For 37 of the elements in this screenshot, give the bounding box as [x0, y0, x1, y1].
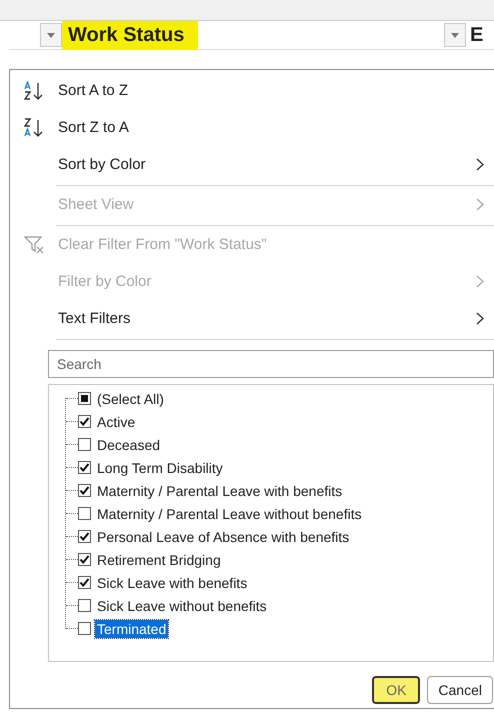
value-label[interactable]: Personal Leave of Absence with benefits: [95, 528, 352, 546]
clear-filter-icon: [24, 234, 46, 254]
caret-icon: [47, 32, 55, 38]
menu-item[interactable]: Sort Z to A: [10, 109, 494, 146]
chevron-right-icon: [476, 158, 484, 171]
checkbox[interactable]: [78, 576, 91, 589]
checkbox[interactable]: [78, 461, 91, 474]
checkbox[interactable]: [78, 553, 91, 566]
checkbox[interactable]: [78, 530, 91, 543]
checkbox[interactable]: [78, 622, 91, 635]
column-header: E: [469, 24, 484, 46]
checkbox[interactable]: [78, 484, 91, 497]
chevron-right-icon: [476, 312, 484, 325]
value-label[interactable]: Long Term Disability: [95, 458, 225, 476]
cancel-button[interactable]: Cancel: [427, 676, 493, 704]
value-label[interactable]: Deceased: [95, 436, 162, 454]
value-label[interactable]: Sick Leave with benefits: [95, 574, 250, 592]
value-label[interactable]: Retirement Bridging: [95, 550, 223, 568]
checkbox[interactable]: [78, 438, 91, 451]
checkbox[interactable]: [78, 415, 91, 428]
chevron-right-icon: [476, 275, 484, 288]
ok-button[interactable]: OK: [372, 676, 420, 704]
menu-item[interactable]: Sort A to Z: [10, 72, 494, 109]
checkbox[interactable]: [78, 599, 91, 612]
search-field[interactable]: Search: [48, 350, 494, 378]
checkbox[interactable]: [78, 392, 91, 405]
value-label[interactable]: Maternity / Parental Leave without benefits: [95, 504, 364, 522]
value-label[interactable]: Terminated: [95, 620, 168, 638]
value-label[interactable]: Sick Leave without benefits: [95, 596, 269, 614]
value-label[interactable]: Active: [95, 412, 138, 430]
caret-icon: [451, 32, 459, 38]
chevron-right-icon: [476, 198, 484, 211]
value-label[interactable]: Maternity / Parental Leave with benefits: [95, 482, 344, 500]
checkbox[interactable]: [78, 507, 91, 520]
filter-dropdown-button[interactable]: [444, 23, 466, 47]
value-label[interactable]: (Select All): [95, 390, 166, 408]
filter-dropdown-button[interactable]: [40, 23, 62, 47]
